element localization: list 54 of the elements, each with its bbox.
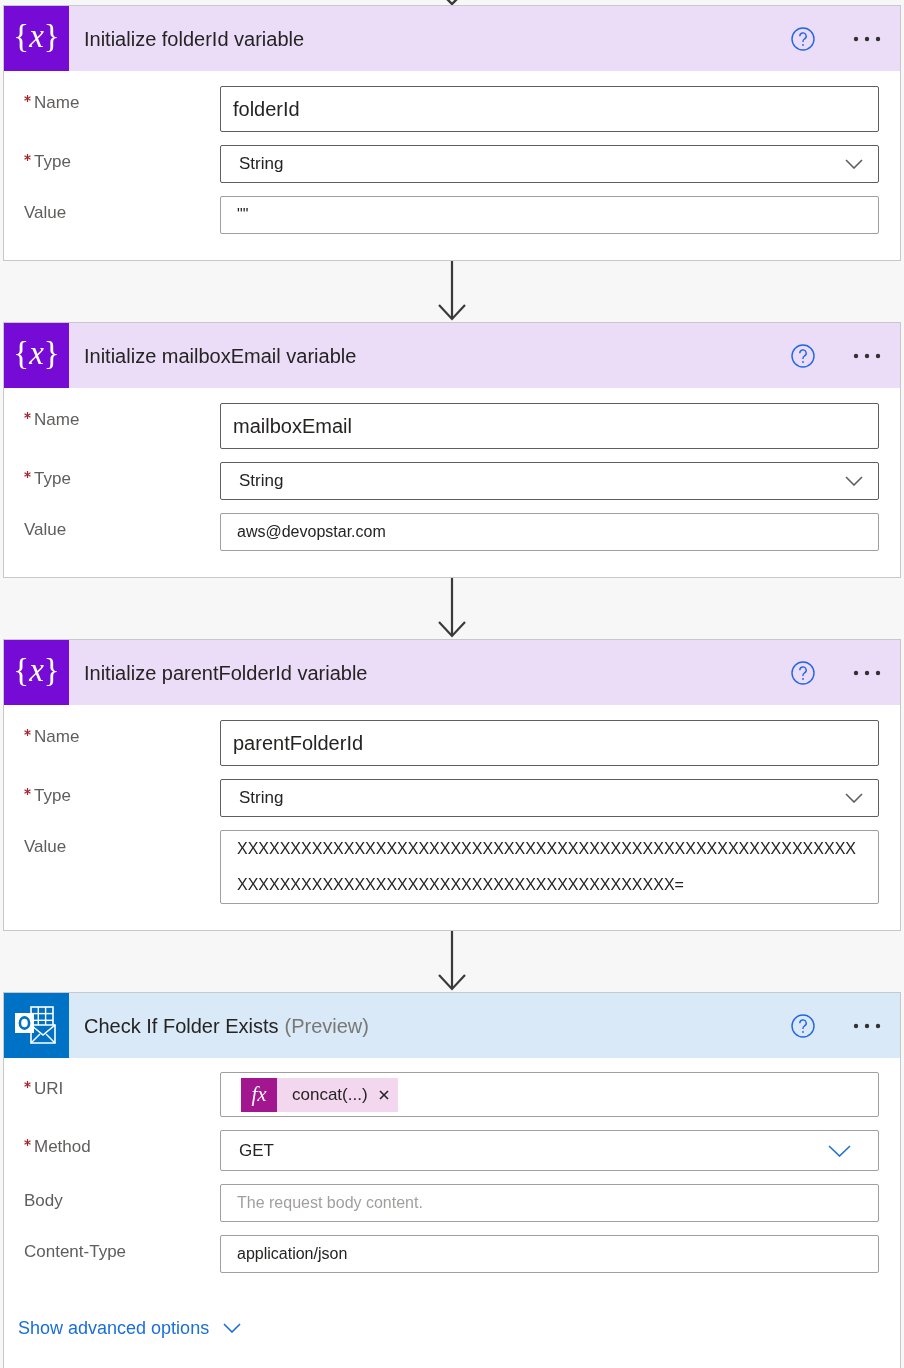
chevron-down-icon [845,793,863,803]
field-label: Type [34,785,71,807]
input-field[interactable]: parentFolderId [220,720,879,766]
field-label: Content-Type [24,1241,127,1263]
chevron-down-icon [845,476,863,486]
dropdown[interactable]: String [220,145,879,183]
help-icon[interactable] [791,343,815,368]
dropdown[interactable]: String [220,462,879,500]
more-icon[interactable] [853,35,881,42]
field-label: Name [34,409,80,431]
field-label: Type [34,468,71,490]
input-field[interactable]: fx concat(...) [220,1072,879,1117]
variable-icon: {x} [4,323,69,388]
connector-arrow [437,261,467,322]
input-field[interactable]: application/json [220,1235,879,1273]
function-icon: fx [241,1077,277,1112]
action-title: Initialize mailboxEmail variable [84,343,357,369]
field-label: Name [34,726,80,748]
chevron-down-icon [223,1323,242,1333]
field-label: Type [34,151,71,173]
help-icon[interactable] [791,1013,815,1038]
variable-icon: {x} [4,6,69,71]
more-icon[interactable] [853,669,881,676]
chevron-down-icon [828,1144,851,1157]
more-icon[interactable] [853,352,881,359]
input-field[interactable]: mailboxEmail [220,403,879,449]
action-title: Initialize folderId variable [84,26,305,52]
preview-label: (Preview) [284,1013,369,1039]
field-label: Method [34,1136,91,1158]
action-title: Initialize parentFolderId variable [84,660,368,686]
input-field[interactable]: XXXXXXXXXXXXXXXXXXXXXXXXXXXXXXXXXXXXXXXXXXXXXXXXXXXXXXXXXXXXXXXXXXXXXXXXXXXXXXXXXXXXXXXXXXXXXXXXXXX= [220,830,879,904]
input-field[interactable]: folderId [220,86,879,132]
input-field[interactable]: "" [220,196,879,234]
field-label: Name [34,92,80,114]
dropdown[interactable]: String [220,779,879,817]
input-field[interactable]: The request body content. [220,1184,879,1222]
field-label: Body [24,1190,63,1212]
chevron-down-icon [845,159,863,169]
help-icon[interactable] [791,26,815,51]
close-icon[interactable] [378,1089,389,1100]
field-label: URI [34,1078,64,1100]
action-title: Check If Folder Exists [84,1013,279,1039]
variable-icon: {x} [4,640,69,705]
dropdown[interactable]: GET [220,1130,879,1171]
field-label: Value [24,202,67,224]
field-label: Value [24,836,67,858]
more-icon[interactable] [853,1022,881,1029]
advanced-options-toggle[interactable]: Show advanced options [18,1316,242,1340]
input-field[interactable]: aws@devopstar.com [220,513,879,551]
help-icon[interactable] [791,660,815,685]
connector-arrow [437,931,467,992]
field-label: Value [24,519,67,541]
expression-token[interactable]: fx concat(...) [241,1077,398,1112]
connector-arrow [437,578,467,639]
